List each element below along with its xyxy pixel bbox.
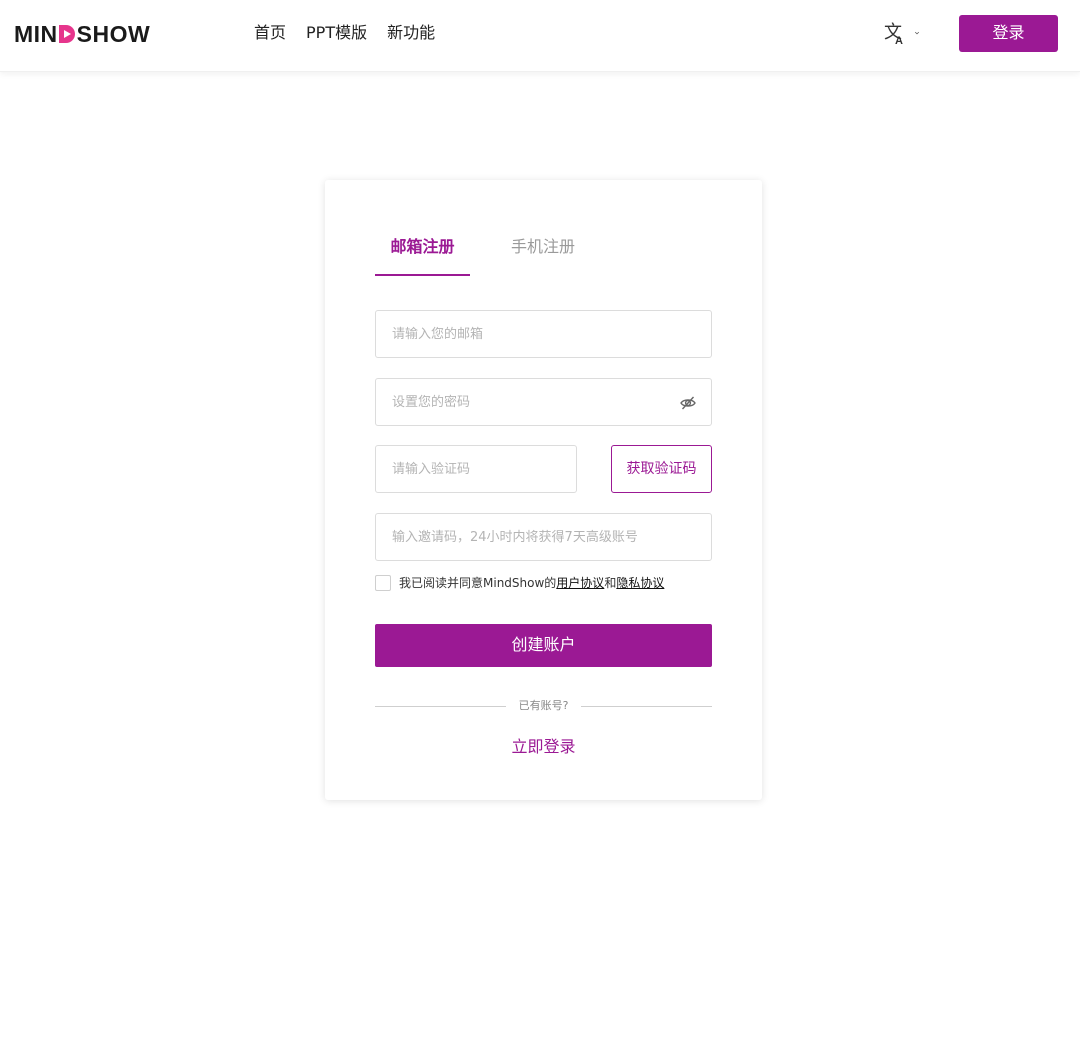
- privacy-agreement-link[interactable]: 隐私协议: [616, 576, 664, 590]
- main-nav: 首页 PPT模版 新功能: [254, 22, 435, 44]
- nav-home[interactable]: 首页: [254, 22, 286, 44]
- email-input[interactable]: [376, 311, 711, 357]
- language-switcher[interactable]: 文A: [884, 22, 920, 47]
- user-agreement-link[interactable]: 用户协议: [556, 576, 604, 590]
- code-field-wrapper: [375, 445, 577, 493]
- tab-email-signup[interactable]: 邮箱注册: [375, 236, 470, 276]
- password-field-wrapper: [375, 378, 712, 426]
- signup-tabs: 邮箱注册 手机注册: [375, 236, 712, 276]
- logo-play-mark: [58, 25, 76, 43]
- tab-phone-signup[interactable]: 手机注册: [503, 236, 583, 276]
- logo-suffix: SHOW: [76, 21, 151, 47]
- header-login-button[interactable]: 登录: [959, 15, 1058, 52]
- divider-line-left: [375, 706, 506, 707]
- agreement-row: 我已阅读并同意MindShow的用户协议和隐私协议: [375, 575, 664, 591]
- nav-ppt-templates[interactable]: PPT模版: [306, 22, 367, 44]
- email-field-wrapper: [375, 310, 712, 358]
- agree-checkbox[interactable]: [375, 575, 391, 591]
- agree-and: 和: [604, 576, 617, 590]
- translate-icon: 文A: [884, 22, 903, 47]
- agree-prefix: 我已阅读并同意MindShow的: [399, 576, 557, 590]
- agreement-text: 我已阅读并同意MindShow的用户协议和隐私协议: [399, 575, 664, 591]
- login-now-link[interactable]: 立即登录: [375, 736, 712, 758]
- invite-code-input[interactable]: [376, 514, 711, 560]
- signup-card: 邮箱注册 手机注册 获取验证码 我已阅读并同意MindShow的用户协议和隐私协…: [325, 180, 762, 800]
- divider-line-right: [581, 706, 712, 707]
- has-account-text: 已有账号?: [518, 699, 569, 712]
- create-account-button[interactable]: 创建账户: [375, 624, 712, 667]
- mindshow-logo[interactable]: MIN SHOW: [14, 20, 150, 48]
- get-code-button[interactable]: 获取验证码: [611, 445, 712, 493]
- chevron-down-icon: [914, 31, 920, 35]
- nav-new-features[interactable]: 新功能: [387, 22, 435, 44]
- logo-prefix: MIN: [14, 21, 58, 47]
- password-input[interactable]: [376, 379, 711, 425]
- eye-off-icon[interactable]: [679, 394, 697, 412]
- invite-field-wrapper: [375, 513, 712, 561]
- verification-code-input[interactable]: [376, 446, 576, 492]
- top-header: MIN SHOW 首页 PPT模版 新功能 文A 登录: [0, 0, 1080, 72]
- has-account-divider: 已有账号?: [375, 698, 712, 714]
